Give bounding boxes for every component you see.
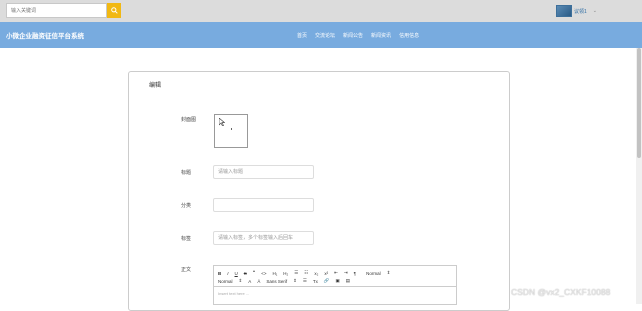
cursor-icon [219,118,225,126]
content-label: 正文 [181,267,192,273]
title-input[interactable]: 请输入标题 [213,165,314,179]
form-title: 编辑 [149,83,162,89]
bullet-list-button[interactable]: ☷ [304,270,308,276]
user-menu[interactable]: 议领1 ⌄ [556,5,597,17]
upload-marker [231,128,232,130]
nav-item-home[interactable]: 首页 [297,32,307,39]
top-bar: 议领1 ⌄ [0,0,642,22]
nav-item-announcements[interactable]: 新闻公告 [343,32,363,39]
h1-button[interactable]: H₁ [272,271,277,276]
italic-button[interactable]: I [227,271,228,276]
nav-item-forum[interactable]: 交流论坛 [315,32,335,39]
align-button[interactable]: ☰ [303,278,307,284]
superscript-button[interactable]: x² [324,271,328,276]
subscript-button[interactable]: x₂ [314,271,318,276]
tags-input[interactable]: 请输入标签，多个标签输入后回车 [213,231,314,245]
main-nav: 首页 交流论坛 新闻公告 新闻资讯 信用信息 [297,32,419,39]
search-bar [6,3,121,18]
category-label: 分类 [181,203,192,209]
font-select-chevron-icon[interactable]: ⇕ [293,278,297,284]
header-select-chevron-icon[interactable]: ⇕ [387,270,391,276]
size-select[interactable]: Normal [218,279,233,284]
nav-item-credit-info[interactable]: 信用信息 [399,32,419,39]
direction-button[interactable]: ¶ [354,271,356,276]
search-icon [110,7,118,14]
bold-button[interactable]: B [218,271,221,276]
clean-format-button[interactable]: Tx [313,279,318,284]
nav-item-news[interactable]: 新闻资讯 [371,32,391,39]
search-input[interactable] [6,3,107,18]
code-button[interactable]: <> [261,271,266,276]
background-color-button[interactable]: Ā [257,279,260,284]
outdent-button[interactable]: ⇤ [334,270,338,276]
underline-button[interactable]: U [235,271,238,276]
blockquote-button[interactable]: ❞ [253,270,255,276]
image-icon[interactable]: ▣ [336,278,340,284]
cover-image-upload[interactable] [214,114,248,148]
tags-label: 标签 [181,236,192,242]
link-icon[interactable]: 🔗 [324,278,330,284]
avatar[interactable] [556,5,572,17]
strike-button[interactable]: S [244,271,247,276]
rich-text-editor[interactable]: B I U S ❞ <> H₁ H₂ ☰ ☷ x₂ x² ⇤ ⇥ ¶ Norma… [213,265,457,305]
cover-label: 封面图 [181,117,197,123]
toolbar-row-1: B I U S ❞ <> H₁ H₂ ☰ ☷ x₂ x² ⇤ ⇥ ¶ Norma… [218,269,452,277]
site-brand[interactable]: 小微企业融资征信平台系统 [6,30,84,40]
font-select[interactable]: Sans Serif [266,279,287,284]
header-select[interactable]: Normal [366,271,381,276]
scrollbar-thumb[interactable] [637,48,641,158]
category-select[interactable] [213,198,314,212]
size-select-chevron-icon[interactable]: ⇕ [239,278,243,284]
font-color-button[interactable]: A [248,279,251,284]
watermark: CSDN @vx2_CXKF10088 [511,287,611,297]
main-navbar: 小微企业融资征信平台系统 首页 交流论坛 新闻公告 新闻资讯 信用信息 [0,22,642,48]
video-icon[interactable]: ▤ [346,278,350,284]
chevron-down-icon[interactable]: ⌄ [593,8,597,14]
title-label: 标题 [181,170,192,176]
editor-body[interactable]: Insert text here ... [214,287,456,300]
indent-button[interactable]: ⇥ [344,270,348,276]
search-button[interactable] [107,3,121,18]
ordered-list-button[interactable]: ☰ [294,270,298,276]
toolbar-row-2: Normal ⇕ A Ā Sans Serif ⇕ ☰ Tx 🔗 ▣ ▤ [218,277,452,285]
editor-toolbar: B I U S ❞ <> H₁ H₂ ☰ ☷ x₂ x² ⇤ ⇥ ¶ Norma… [214,266,456,287]
username[interactable]: 议领1 [574,8,587,15]
h2-button[interactable]: H₂ [283,271,288,276]
